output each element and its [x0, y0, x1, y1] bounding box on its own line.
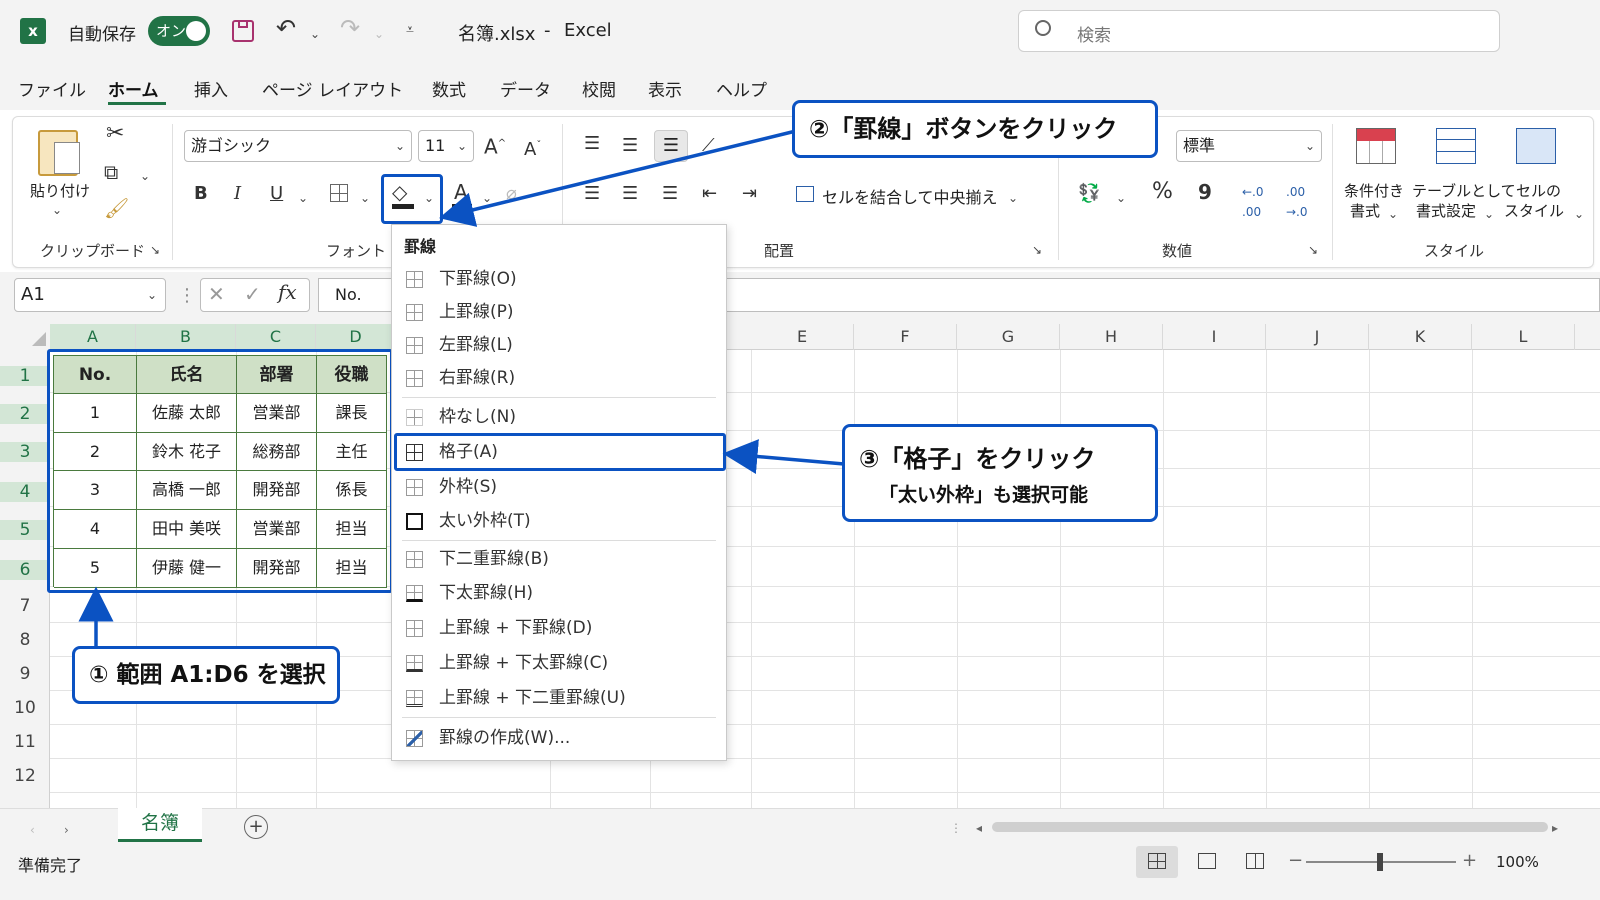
callout-step2-text: ②「罫線」ボタンをクリック: [809, 115, 1118, 143]
scroll-right-icon[interactable]: ▸: [1552, 818, 1558, 838]
callout-step3-sub: 「太い外枠」も選択可能: [879, 484, 1089, 506]
sheet-tab-label: 名簿: [140, 812, 179, 834]
scroll-next-sheet-icon[interactable]: ›: [64, 820, 69, 840]
callout-step2: ②「罫線」ボタンをクリック: [792, 100, 1158, 158]
zoom-slider[interactable]: [1306, 853, 1456, 871]
arrow-step3: [722, 439, 845, 474]
split-handle-icon[interactable]: ⋮: [950, 818, 962, 838]
normal-view-button[interactable]: [1136, 846, 1178, 878]
callout-step1-text: ① 範囲 A1:D6 を選択: [89, 662, 326, 688]
add-sheet-button[interactable]: +: [244, 815, 268, 839]
status-bar: [0, 848, 1600, 900]
sheet-tab-meibo[interactable]: 名簿: [118, 808, 202, 842]
status-ready: 準備完了: [18, 856, 83, 875]
zoom-level[interactable]: 100%: [1496, 853, 1539, 871]
arrow-step2: [438, 128, 801, 227]
scroll-left-icon[interactable]: ◂: [976, 818, 982, 838]
normal-view-icon: [1148, 853, 1166, 869]
callout-step1: ① 範囲 A1:D6 を選択: [72, 646, 340, 704]
callout-step3-main: ③「格子」をクリック: [859, 445, 1096, 473]
zoom-slider-thumb[interactable]: [1377, 853, 1383, 871]
zoom-in-icon[interactable]: +: [1462, 851, 1477, 871]
scroll-prev-sheet-icon[interactable]: ‹: [30, 820, 35, 840]
callout-step3: ③「格子」をクリック 「太い外枠」も選択可能: [842, 424, 1158, 522]
page-break-view-icon[interactable]: [1246, 853, 1264, 869]
horizontal-scrollbar[interactable]: [992, 822, 1548, 832]
zoom-out-icon[interactable]: −: [1288, 851, 1303, 871]
page-layout-view-icon[interactable]: [1198, 853, 1216, 869]
